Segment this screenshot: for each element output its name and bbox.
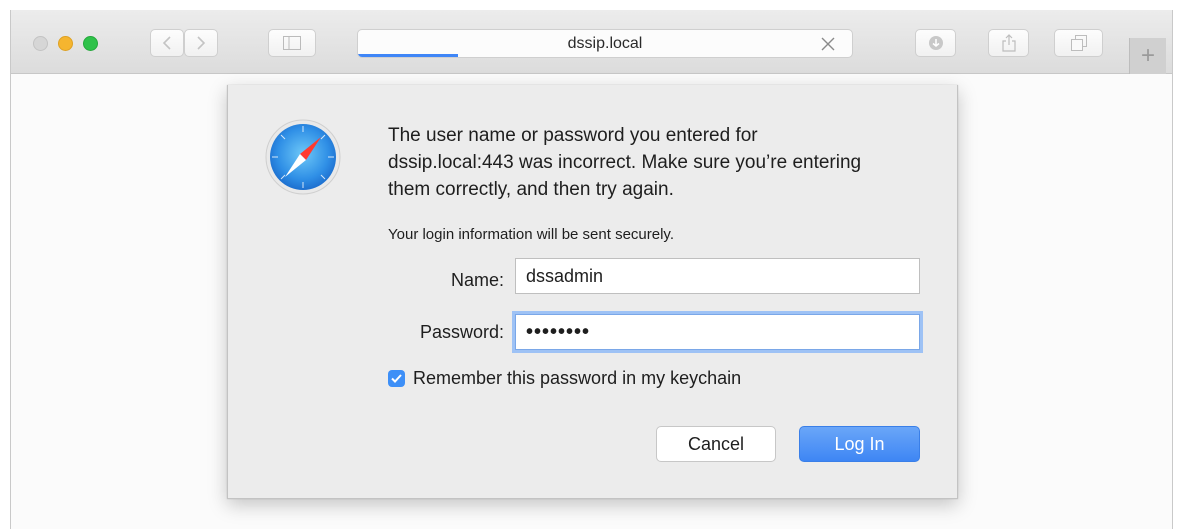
downloads-button[interactable] bbox=[915, 29, 956, 57]
sidebar-button[interactable] bbox=[268, 29, 316, 57]
error-message: The user name or password you entered fo… bbox=[388, 125, 862, 200]
address-bar[interactable]: dssip.local bbox=[357, 29, 853, 58]
loading-progress-bar bbox=[358, 54, 458, 57]
password-label: Password: bbox=[419, 322, 504, 342]
download-icon bbox=[928, 36, 943, 50]
browser-toolbar: dssip.local + bbox=[11, 10, 1172, 74]
back-button[interactable] bbox=[150, 29, 184, 57]
login-button[interactable]: Log In bbox=[799, 426, 920, 462]
close-window-button[interactable] bbox=[33, 36, 48, 51]
stop-loading-icon[interactable] bbox=[820, 36, 836, 52]
name-field-value: dssadmin bbox=[526, 265, 604, 286]
share-icon bbox=[1001, 34, 1016, 52]
remember-password-label: Remember this password in my keychain bbox=[413, 368, 742, 388]
safari-compass-icon bbox=[265, 119, 341, 195]
remember-password-row[interactable]: Remember this password in my keychain bbox=[388, 368, 741, 389]
share-button[interactable] bbox=[988, 29, 1029, 57]
plus-icon: + bbox=[1140, 42, 1155, 69]
sidebar-icon bbox=[283, 36, 301, 50]
zoom-window-button[interactable] bbox=[83, 36, 98, 51]
forward-button[interactable] bbox=[184, 29, 218, 57]
secure-note: Your login information will be sent secu… bbox=[388, 226, 674, 243]
chevron-left-icon bbox=[162, 36, 171, 50]
show-tabs-button[interactable] bbox=[1054, 29, 1103, 57]
tabs-icon bbox=[1070, 35, 1087, 51]
password-field[interactable]: •••••••• bbox=[515, 314, 920, 350]
name-field[interactable]: dssadmin bbox=[515, 258, 920, 294]
login-dialog: The user name or password you entered fo… bbox=[227, 85, 958, 499]
name-label: Name: bbox=[450, 270, 504, 290]
checkmark-icon bbox=[391, 374, 402, 383]
password-field-value: •••••••• bbox=[526, 320, 591, 343]
remember-password-checkbox[interactable] bbox=[388, 370, 405, 387]
chevron-right-icon bbox=[197, 36, 206, 50]
cancel-button[interactable]: Cancel bbox=[656, 426, 776, 462]
new-tab-button[interactable]: + bbox=[1129, 38, 1166, 74]
address-text: dssip.local bbox=[567, 35, 643, 52]
minimize-window-button[interactable] bbox=[58, 36, 73, 51]
